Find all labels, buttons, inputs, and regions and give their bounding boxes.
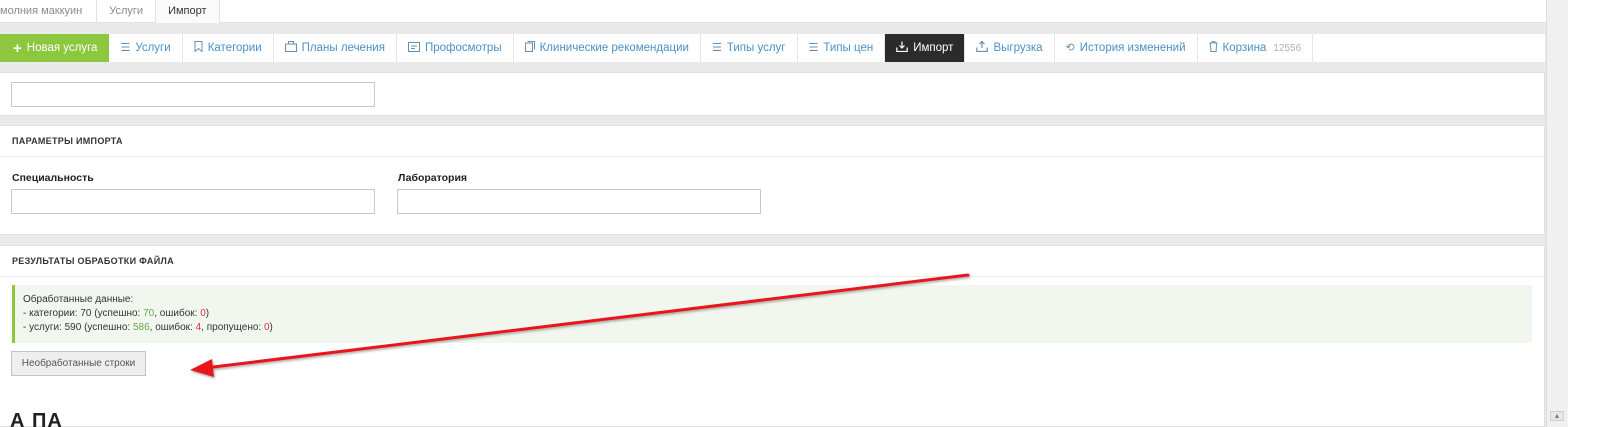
file-panel [0, 72, 1545, 116]
categories-suffix: ) [205, 308, 210, 319]
tab-services-label: Услуги [135, 42, 171, 54]
upload-icon [976, 40, 989, 55]
results-heading: РЕЗУЛЬТАТЫ ОБРАБОТКИ ФАЙЛА [0, 246, 1544, 277]
import-params-heading: ПАРАМЕТРЫ ИМПОРТА [0, 126, 1544, 157]
tab-checkups-label: Профосмотры [424, 42, 502, 54]
services-suffix: ) [269, 322, 273, 333]
categories-mid: , ошибок: [154, 308, 201, 319]
processed-label: Обработанные данные: [23, 294, 134, 305]
tab-checkups[interactable]: Профосмотры [397, 34, 514, 62]
trash-count-badge: 12556 [1273, 42, 1302, 54]
services-mid2: , пропущено: [201, 322, 264, 333]
new-service-label: Новая услуга [26, 42, 98, 54]
categories-summary: - категории: 70 (успешно: 70, ошибок: 0) [23, 307, 1524, 321]
breadcrumb-item-services[interactable]: Услуги [97, 0, 157, 23]
services-prefix: - услуги: 590 (успешно: [23, 322, 133, 333]
cut-off-heading: А ПА [10, 410, 63, 427]
categories-success-count: 70 [143, 308, 155, 319]
unprocessed-rows-button[interactable]: Необработанные строки [11, 351, 146, 376]
services-toolbar: + Новая услуга ☰ Услуги Категории Планы … [0, 34, 1545, 62]
services-success-count: 586 [132, 322, 150, 333]
tab-treatment-plans[interactable]: Планы лечения [274, 34, 397, 62]
tab-services[interactable]: ☰ Услуги [109, 34, 183, 62]
tab-history[interactable]: ⟲ История изменений [1055, 34, 1198, 62]
list-icon: ☰ [120, 41, 131, 54]
tab-export-label: Выгрузка [993, 42, 1043, 54]
scroll-up-button[interactable]: ▲ [1550, 411, 1564, 421]
tab-price-types-label: Типы цен [823, 42, 874, 54]
breadcrumb-item-import: Импорт [156, 0, 220, 23]
results-summary: Обработанные данные: - категории: 70 (ус… [12, 285, 1532, 343]
list-icon: ☰ [808, 41, 819, 54]
download-icon [896, 41, 909, 55]
document-icon [524, 41, 535, 55]
breadcrumb-item-clinic[interactable]: молния маккуин [0, 0, 98, 23]
tab-treatment-plans-label: Планы лечения [301, 42, 385, 54]
specialty-label: Специальность [12, 172, 94, 184]
results-panel: РЕЗУЛЬТАТЫ ОБРАБОТКИ ФАЙЛА Обработанные … [0, 245, 1545, 427]
tab-history-label: История изменений [1079, 42, 1186, 54]
bookmark-icon [194, 41, 203, 55]
tab-export[interactable]: Выгрузка [965, 34, 1055, 62]
tab-clinical-recommendations[interactable]: Клинические рекомендации [514, 34, 701, 62]
trash-icon [1209, 41, 1218, 55]
briefcase-icon [284, 41, 297, 55]
new-service-button[interactable]: + Новая услуга [0, 34, 110, 62]
history-icon: ⟲ [1065, 41, 1075, 54]
specialty-field[interactable] [11, 189, 375, 214]
page-scrollbar[interactable]: ▲ [1546, 0, 1568, 427]
tab-trash-label: Корзина [1222, 42, 1267, 54]
services-summary: - услуги: 590 (успешно: 586, ошибок: 4, … [23, 321, 1524, 335]
breadcrumb: молния маккуин Услуги Импорт [0, 0, 1600, 23]
categories-prefix: - категории: 70 (успешно: [23, 308, 144, 319]
tab-service-types-label: Типы услуг [726, 42, 786, 54]
plus-icon: + [13, 39, 22, 57]
page: молния маккуин Услуги Импорт + Новая усл… [0, 0, 1600, 427]
tab-categories[interactable]: Категории [183, 34, 274, 62]
lab-label: Лаборатория [398, 172, 468, 184]
tab-import[interactable]: Импорт [885, 34, 966, 62]
tab-price-types[interactable]: ☰ Типы цен [798, 34, 886, 62]
import-params-panel: ПАРАМЕТРЫ ИМПОРТА Специальность Лаборато… [0, 125, 1545, 235]
lab-field[interactable] [397, 189, 761, 214]
tab-import-label: Импорт [913, 42, 954, 54]
list-icon: ☰ [711, 41, 722, 54]
tab-trash[interactable]: Корзина 12556 [1198, 34, 1314, 62]
tab-categories-label: Категории [207, 42, 262, 54]
services-mid: , ошибок: [149, 322, 196, 333]
file-input[interactable] [11, 82, 375, 107]
right-gutter [1568, 0, 1600, 427]
id-card-icon [407, 41, 420, 55]
tab-clinical-recommendations-label: Клинические рекомендации [539, 42, 689, 54]
tab-service-types[interactable]: ☰ Типы услуг [701, 34, 798, 62]
